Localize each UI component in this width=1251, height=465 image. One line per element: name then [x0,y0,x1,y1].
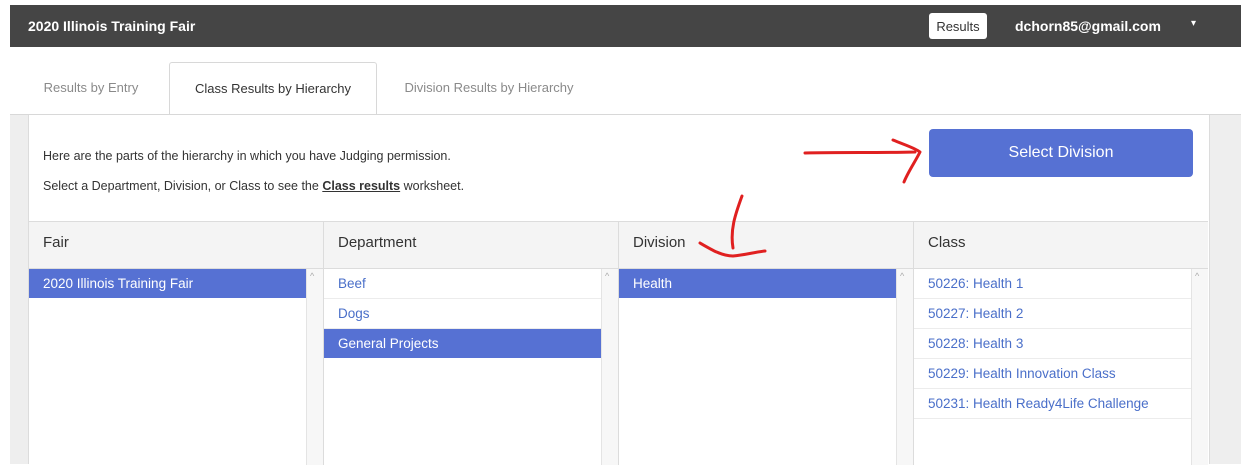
division-item-health[interactable]: Health [619,269,896,298]
intro-suffix: worksheet. [403,179,465,193]
division-list[interactable]: Health ^ [619,268,913,465]
tab-division-results-by-hierarchy[interactable]: Division Results by Hierarchy [384,62,594,114]
division-scrollbar[interactable]: ^ [896,269,913,465]
department-list[interactable]: Beef Dogs General Projects ^ [324,268,618,465]
tab-results-by-entry[interactable]: Results by Entry [30,62,152,114]
select-division-button[interactable]: Select Division [929,129,1193,177]
class-item[interactable]: 50226: Health 1 [914,269,1191,299]
department-item-dogs[interactable]: Dogs [324,299,601,329]
class-item[interactable]: 50228: Health 3 [914,329,1191,359]
scroll-up-icon[interactable]: ^ [1195,271,1199,281]
chevron-down-icon[interactable]: ▾ [1191,18,1196,29]
top-navbar: 2020 Illinois Training Fair Results dcho… [10,5,1241,47]
class-item[interactable]: 50229: Health Innovation Class [914,359,1191,389]
app-title[interactable]: 2020 Illinois Training Fair [28,18,195,34]
division-column: Division Health ^ [619,221,914,465]
tab-class-results-by-hierarchy[interactable]: Class Results by Hierarchy [169,62,377,115]
intro-text: Here are the parts of the hierarchy in w… [43,149,451,163]
class-item[interactable]: 50227: Health 2 [914,299,1191,329]
fair-column: Fair 2020 Illinois Training Fair ^ [29,221,324,465]
department-item-beef[interactable]: Beef [324,269,601,299]
class-item[interactable]: 50231: Health Ready4Life Challenge [914,389,1191,419]
results-button[interactable]: Results [929,13,987,39]
class-column-header: Class [928,234,966,251]
main-panel: Here are the parts of the hierarchy in w… [10,115,1241,465]
fair-item[interactable]: 2020 Illinois Training Fair [29,269,306,298]
division-column-header: Division [633,234,686,251]
scroll-up-icon[interactable]: ^ [605,271,609,281]
scroll-up-icon[interactable]: ^ [310,271,314,281]
class-results-link[interactable]: Class results [322,179,400,193]
class-column: Class 50226: Health 1 50227: Health 2 50… [914,221,1208,465]
intro-instructions: Select a Department, Division, or Class … [43,179,464,193]
class-list[interactable]: 50226: Health 1 50227: Health 2 50228: H… [914,268,1208,465]
hierarchy-columns: Fair 2020 Illinois Training Fair ^ Depar… [29,221,1209,465]
fair-list[interactable]: 2020 Illinois Training Fair ^ [29,268,323,465]
department-column-header: Department [338,234,417,251]
scroll-up-icon[interactable]: ^ [900,271,904,281]
tab-bar: Results by Entry Class Results by Hierar… [10,47,1241,115]
department-item-general-projects[interactable]: General Projects [324,329,601,358]
class-scrollbar[interactable]: ^ [1191,269,1208,465]
department-scrollbar[interactable]: ^ [601,269,618,465]
department-column: Department Beef Dogs General Projects ^ [324,221,619,465]
hierarchy-content: Here are the parts of the hierarchy in w… [28,115,1210,465]
intro-prefix: Select a Department, Division, or Class … [43,179,319,193]
user-menu[interactable]: dchorn85@gmail.com [1015,18,1161,34]
fair-scrollbar[interactable]: ^ [306,269,323,465]
fair-column-header: Fair [43,234,69,251]
